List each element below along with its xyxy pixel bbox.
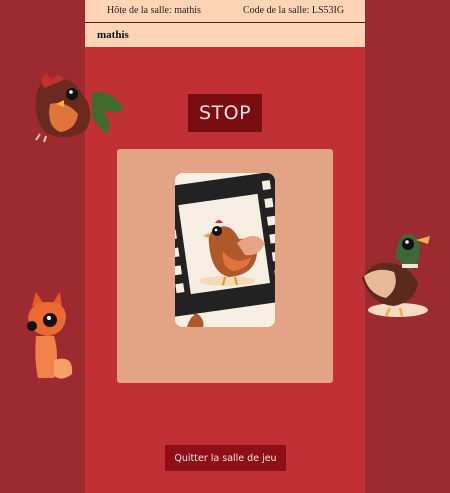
stop-button[interactable]: STOP: [188, 94, 262, 132]
player-bar: mathis: [85, 23, 365, 47]
quit-room-button[interactable]: Quitter la salle de jeu: [165, 445, 286, 471]
room-host-label: Hôte de la salle: mathis: [107, 5, 201, 16]
room-code-label: Code de la salle: LS53IG: [243, 5, 345, 16]
player-name: mathis: [97, 29, 129, 41]
rooster-icon: [35, 74, 124, 143]
card-board: [117, 149, 333, 383]
duck-icon: [362, 234, 430, 317]
game-column: Hôte de la salle: mathis Code de la sall…: [85, 0, 365, 493]
chicken-film-icon: [175, 173, 275, 327]
chicken-card[interactable]: [175, 173, 275, 327]
fox-icon: [27, 292, 73, 379]
room-info-bar: Hôte de la salle: mathis Code de la sall…: [85, 0, 365, 23]
